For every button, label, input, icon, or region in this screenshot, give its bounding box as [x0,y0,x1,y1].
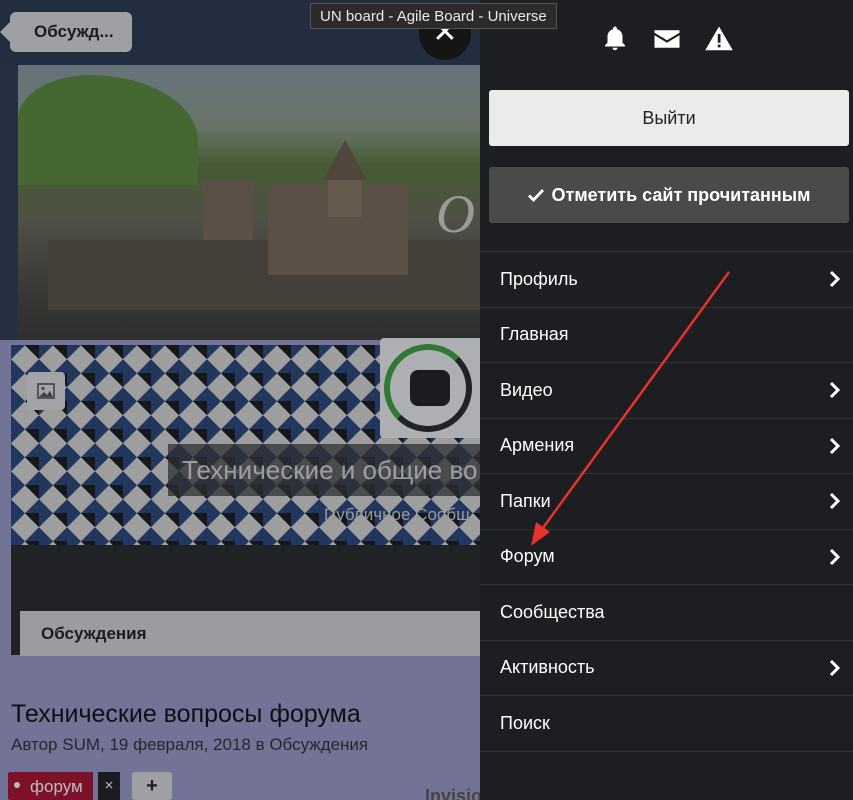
warning-icon[interactable] [704,24,734,54]
chevron-right-icon [829,381,841,399]
menu-item-home[interactable]: Главная [480,308,853,363]
modal-overlay[interactable] [0,0,480,800]
menu-item-label: Папки [500,490,551,511]
menu-item-armenia[interactable]: Армения [480,419,853,474]
menu-item-folders[interactable]: Папки [480,474,853,530]
drawer-menu: Профиль Главная Видео Армения Папки Фору… [480,251,853,752]
envelope-icon[interactable] [652,24,682,54]
chevron-right-icon [829,492,841,510]
menu-item-label: Активность [500,657,595,678]
menu-item-video[interactable]: Видео [480,363,853,419]
menu-item-label: Профиль [500,268,578,289]
chevron-right-icon [829,437,841,454]
mark-site-read-label: Отметить сайт прочитанным [551,184,811,205]
menu-item-profile[interactable]: Профиль [480,252,853,308]
chevron-right-icon [829,270,841,288]
menu-item-label: Видео [500,379,553,400]
menu-item-search[interactable]: Поиск [480,696,853,752]
chevron-right-icon [829,659,841,676]
menu-item-label: Сообщества [500,601,605,622]
logout-button[interactable]: Выйти [489,90,849,146]
bell-icon[interactable] [600,24,630,54]
menu-item-label: Поиск [500,712,550,733]
window-title-tooltip: UN board - Agile Board - Universe [310,3,557,29]
checkmark-icon [527,189,544,202]
menu-item-label: Форум [500,546,555,567]
menu-item-label: Армения [500,435,575,456]
menu-item-label: Главная [500,324,569,345]
chevron-right-icon [829,548,841,565]
menu-item-activity[interactable]: Активность [480,641,853,696]
menu-item-communities[interactable]: Сообщества [480,585,853,641]
menu-item-forum[interactable]: Форум [480,530,853,585]
mark-site-read-button[interactable]: Отметить сайт прочитанным [489,167,849,223]
drawer-notification-icons [600,22,734,56]
